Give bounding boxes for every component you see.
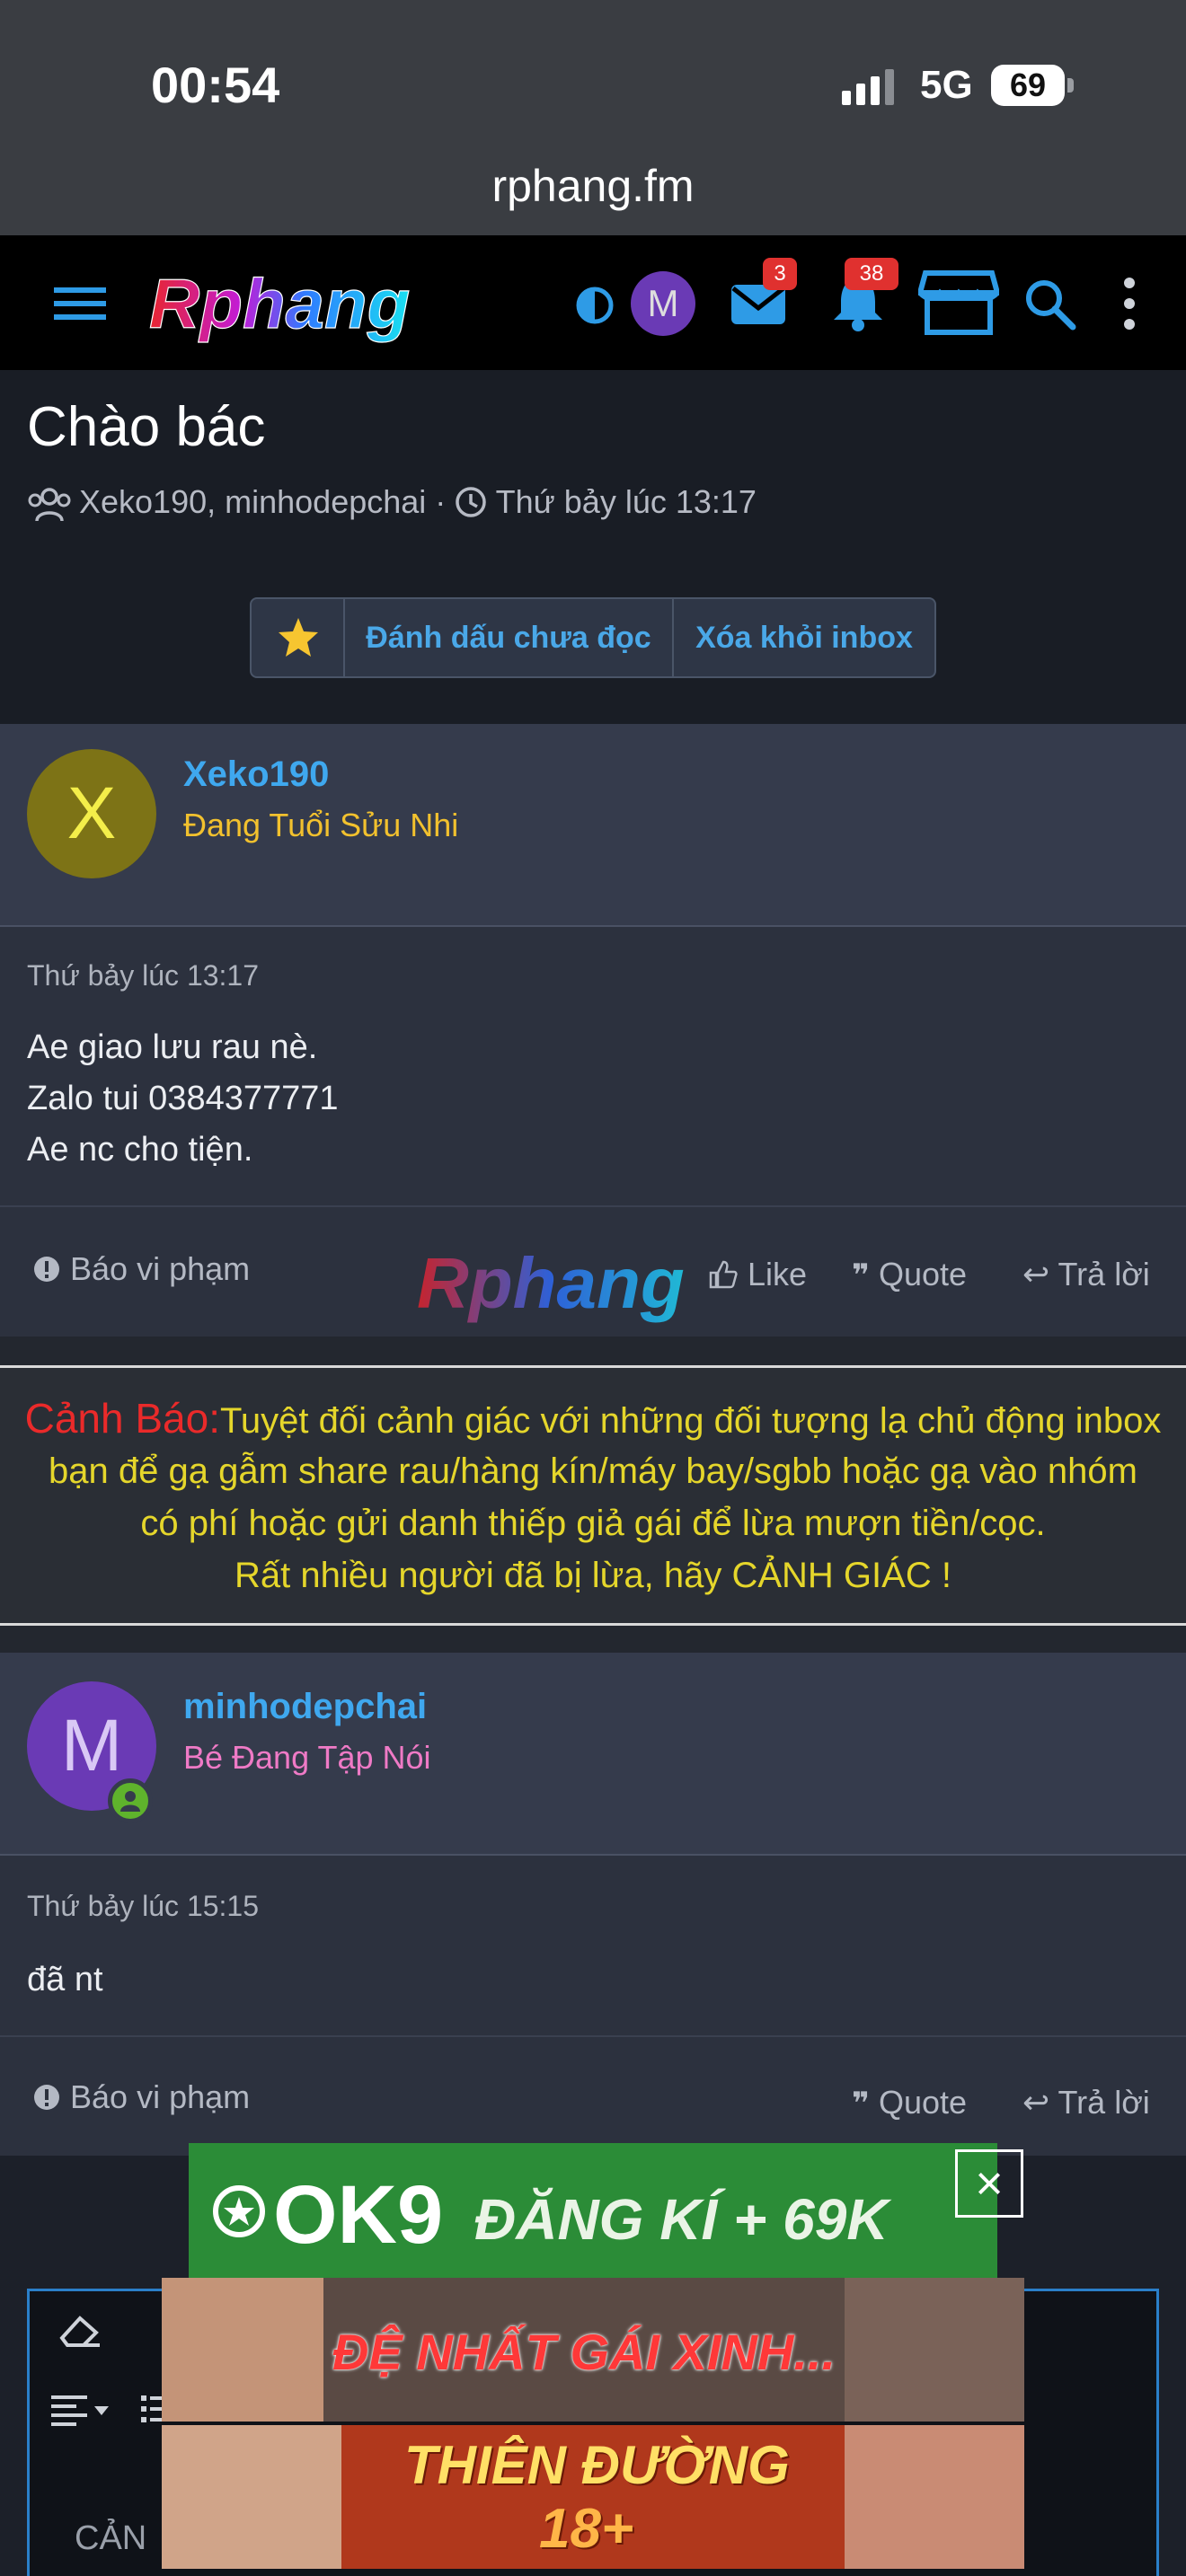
status-time: 00:54 [151, 57, 280, 113]
message-time: Thứ bảy lúc 13:17 [27, 959, 260, 992]
report-button[interactable]: Báo vi phạm [32, 2078, 250, 2116]
online-user-icon [120, 1791, 140, 1812]
address-bar[interactable]: rphang.fm [0, 160, 1186, 212]
ad-text: ĐỆ NHẤT GÁI XINH... [332, 2324, 836, 2380]
reply-label: Trả lời [1058, 2084, 1150, 2121]
logo-text: Rphang [149, 265, 410, 343]
quote-button[interactable]: ❞ Quote [852, 2084, 967, 2122]
star-button[interactable] [252, 599, 345, 676]
signal-icon [842, 69, 894, 105]
align-icon[interactable] [48, 2390, 119, 2430]
page-title: Chào bác [27, 396, 266, 458]
theme-toggle-icon[interactable] [575, 286, 615, 325]
warning-line: bạn để gạ gẫm share rau/hàng kín/máy bay… [49, 1451, 1137, 1491]
message-username[interactable]: Xeko190 [183, 754, 329, 795]
search-icon[interactable] [1022, 277, 1076, 331]
message-line: Ae giao lưu rau nè. [27, 1028, 318, 1066]
report-label: Báo vi phạm [70, 1250, 251, 1287]
message-line: Zalo tui 0384377771 [27, 1080, 339, 1117]
ad-banner-heaven[interactable]: THIÊN ĐƯỜNG 18+ [162, 2425, 1024, 2569]
store-icon[interactable] [918, 268, 999, 336]
reply-button[interactable]: ↩ Trả lời [1022, 2084, 1150, 2122]
more-options-icon[interactable] [1119, 274, 1140, 333]
ok9-logo-icon [213, 2185, 265, 2237]
clock-icon [456, 487, 487, 517]
report-label: Báo vi phạm [70, 2078, 251, 2115]
ad-photo [845, 2425, 1024, 2569]
ad-text: ĐĂNG KÍ + 69K [474, 2187, 889, 2252]
inbox-count-badge: 3 [763, 258, 797, 290]
site-logo[interactable]: Rphang [144, 265, 530, 346]
message-username[interactable]: minhodepchai [183, 1687, 427, 1727]
ad-banner-ok9[interactable]: OK9 ĐĂNG KÍ + 69K [189, 2143, 997, 2280]
message-time: Thứ bảy lúc 15:15 [27, 1890, 260, 1922]
user-title: Đang Tuổi Sửu Nhi [183, 807, 459, 843]
like-button[interactable]: Like [708, 1256, 807, 1293]
conversation-date: Thứ bảy lúc 13:17 [495, 483, 757, 520]
online-status-icon [108, 1778, 153, 1823]
ad-banner-girls[interactable]: ĐỆ NHẤT GÁI XINH... [162, 2278, 1024, 2422]
reply-icon: ↩ [1022, 2084, 1050, 2121]
quote-icon: ❞ [852, 2086, 870, 2121]
eraser-icon[interactable] [55, 2311, 105, 2351]
ad-subtext: 18+ [539, 2498, 634, 2560]
participants-list[interactable]: Xeko190, minhodepchai [79, 483, 426, 520]
reply-button[interactable]: ↩ Trả lời [1022, 1256, 1150, 1293]
editor-placeholder: CẢN [75, 2519, 147, 2557]
warning-line: Rất nhiều người đã bị lừa, hãy CẢNH GIÁC… [235, 1556, 951, 1595]
message-body [0, 1856, 1186, 2035]
message-line: đã nt [27, 1961, 103, 1998]
quote-button[interactable]: ❞ Quote [852, 1256, 967, 1293]
quote-label: Quote [878, 1256, 968, 1292]
message-line: Ae nc cho tiện. [27, 1131, 253, 1169]
conversation-meta: Xeko190, minhodepchai · Thứ bảy lúc 13:1… [79, 483, 757, 521]
notification-count-badge: 38 [845, 258, 898, 290]
ad-close-button[interactable]: × [955, 2149, 1023, 2218]
ad-photo [162, 2425, 341, 2569]
report-button[interactable]: Báo vi phạm [32, 1250, 250, 1288]
user-title: Bé Đang Tập Nói [183, 1739, 431, 1776]
participants-icon [28, 488, 71, 522]
remove-from-inbox-button[interactable]: Xóa khỏi inbox [674, 599, 934, 676]
quote-icon: ❞ [852, 1258, 870, 1292]
like-label: Like [748, 1256, 808, 1292]
warning-line: có phí hoặc gửi danh thiếp giả gái để lừ… [140, 1504, 1046, 1543]
battery-indicator: 69 [991, 65, 1065, 106]
ad-text: THIÊN ĐƯỜNG [404, 2435, 790, 2495]
reply-label: Trả lời [1058, 1256, 1150, 1292]
ad-photo [162, 2278, 323, 2422]
message-header [0, 724, 1186, 927]
user-avatar[interactable]: M [631, 271, 695, 336]
warning-label: Cảnh Báo: [24, 1395, 220, 1442]
message-avatar[interactable]: X [27, 749, 156, 878]
reply-icon: ↩ [1022, 1256, 1050, 1292]
warning-text: Tuyệt đối cảnh giác với những đối tượng … [219, 1401, 1162, 1441]
warning-line: Cảnh Báo:Tuyệt đối cảnh giác với những đ… [0, 1394, 1186, 1442]
ad-photo [845, 2278, 1024, 2422]
star-icon [279, 618, 318, 657]
report-icon [34, 2085, 59, 2110]
mark-unread-button[interactable]: Đánh dấu chưa đọc [345, 599, 674, 676]
message-header [0, 1653, 1186, 1856]
report-icon [34, 1257, 59, 1282]
quote-label: Quote [878, 2084, 968, 2121]
thumbs-up-icon [709, 1260, 738, 1289]
network-type: 5G [920, 63, 973, 107]
battery-tip [1067, 78, 1074, 93]
ad-brand: OK9 [273, 2169, 444, 2261]
meta-separator: · [435, 483, 447, 520]
watermark-text: Rphang [417, 1243, 685, 1323]
hamburger-menu-icon[interactable] [54, 286, 106, 322]
